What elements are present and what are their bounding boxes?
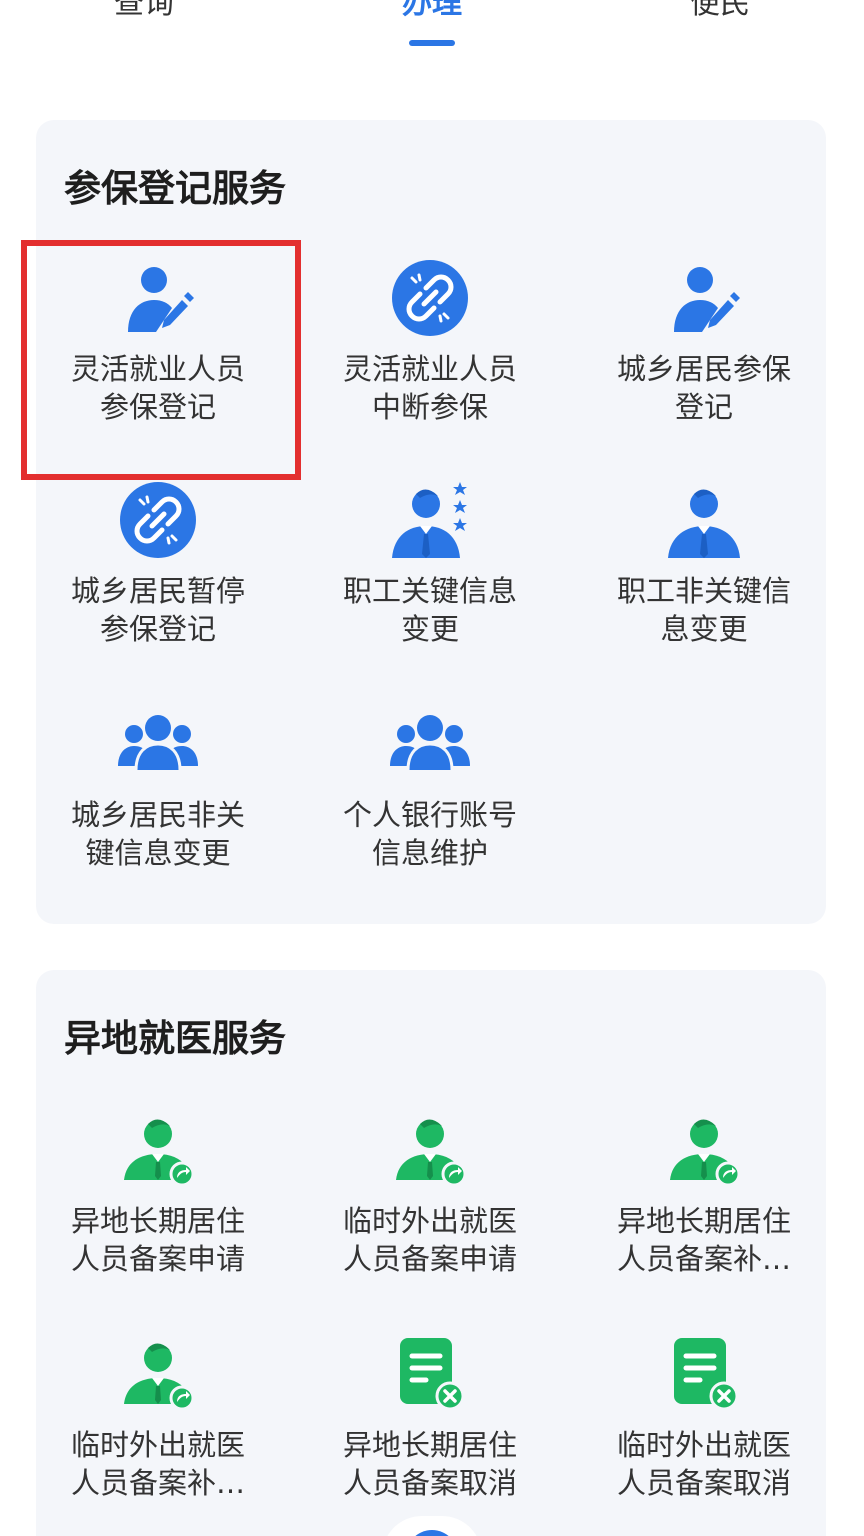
service-label: 灵活就业人员 中断参保 — [342, 352, 517, 424]
doc-cancel-icon — [390, 1334, 470, 1414]
service-item-flexible-interrupt[interactable]: 灵活就业人员 中断参保 — [294, 258, 566, 458]
service-label: 临时外出就医 人员备案申请 — [342, 1204, 517, 1276]
service-label: 临时外出就医 人员备案补… — [70, 1428, 245, 1500]
person-share-icon — [390, 1110, 470, 1190]
insurance-registration-card: 参保登记服务 灵活就业人员 参保登记 灵活就业人员 中断参保 城乡居民参保 登记… — [36, 120, 826, 924]
service-item-resident-suspend[interactable]: 城乡居民暂停 参保登记 — [22, 480, 294, 680]
person-share-icon — [118, 1110, 198, 1190]
broken-link-icon — [118, 480, 198, 560]
person-pen-icon — [664, 258, 744, 338]
group-icon — [118, 704, 198, 784]
section-title: 参保登记服务 — [64, 167, 286, 210]
person-tie-icon — [664, 480, 744, 560]
service-label: 异地长期居住 人员备案申请 — [70, 1204, 245, 1276]
service-item-long-term-cancel[interactable]: 异地长期居住 人员备案取消 — [294, 1334, 566, 1534]
service-item-resident-registration[interactable]: 城乡居民参保 登记 — [568, 258, 840, 458]
doc-cancel-icon — [664, 1334, 744, 1414]
service-label: 城乡居民暂停 参保登记 — [70, 574, 245, 646]
tab-handle[interactable]: 办理 — [352, 0, 512, 24]
active-tab-indicator — [409, 40, 455, 46]
service-item-long-term-apply[interactable]: 异地长期居住 人员备案申请 — [22, 1110, 294, 1310]
service-label: 个人银行账号 信息维护 — [342, 798, 517, 870]
service-label: 临时外出就医 人员备案取消 — [616, 1428, 791, 1500]
service-item-employee-nonkey-info[interactable]: 职工非关键信 息变更 — [568, 480, 840, 680]
service-item-resident-nonkey-info[interactable]: 城乡居民非关 键信息变更 — [22, 704, 294, 904]
service-item-flexible-registration[interactable]: 灵活就业人员 参保登记 — [22, 258, 294, 458]
tab-convenience[interactable]: 便民 — [640, 0, 800, 24]
service-item-temporary-apply[interactable]: 临时外出就医 人员备案申请 — [294, 1110, 566, 1310]
service-item-employee-key-info[interactable]: 职工关键信息 变更 — [294, 480, 566, 680]
service-item-temporary-cancel[interactable]: 临时外出就医 人员备案取消 — [568, 1334, 840, 1534]
service-label: 城乡居民非关 键信息变更 — [70, 798, 245, 870]
person-stars-icon — [390, 480, 470, 560]
person-share-icon — [664, 1110, 744, 1190]
person-pen-icon — [118, 258, 198, 338]
service-label: 灵活就业人员 参保登记 — [70, 352, 245, 424]
service-label: 异地长期居住 人员备案取消 — [342, 1428, 517, 1500]
broken-link-icon — [390, 258, 470, 338]
tab-query[interactable]: 查询 — [64, 0, 224, 24]
service-item-long-term-supplement[interactable]: 异地长期居住 人员备案补… — [568, 1110, 840, 1310]
floating-button-icon — [406, 1530, 458, 1536]
remote-medical-card: 异地就医服务 异地长期居住 人员备案申请 临时外出就医 人员备案申请 异地长期居… — [36, 970, 826, 1536]
top-tab-bar: 查询 办理 便民 — [0, 0, 864, 60]
group-icon — [390, 704, 470, 784]
service-label: 职工关键信息 变更 — [342, 574, 517, 646]
person-share-icon — [118, 1334, 198, 1414]
service-label: 职工非关键信 息变更 — [616, 574, 791, 646]
service-label: 异地长期居住 人员备案补… — [616, 1204, 791, 1276]
service-item-bank-account[interactable]: 个人银行账号 信息维护 — [294, 704, 566, 904]
service-item-temporary-supplement[interactable]: 临时外出就医 人员备案补… — [22, 1334, 294, 1534]
section-title: 异地就医服务 — [64, 1017, 286, 1060]
service-label: 城乡居民参保 登记 — [616, 352, 791, 424]
